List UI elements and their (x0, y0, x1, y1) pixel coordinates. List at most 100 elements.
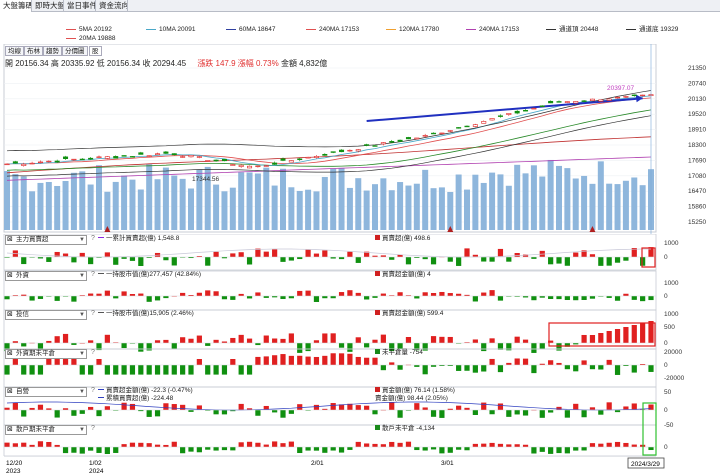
indicator-bar (481, 292, 487, 296)
volume-bar (20, 176, 27, 230)
indicator-bar (598, 257, 604, 266)
indicator-bar (397, 292, 403, 296)
indicator-bar (606, 402, 612, 410)
candle-body (523, 110, 529, 112)
candle-body (556, 101, 562, 103)
legend-label: 240MA 17153 (319, 26, 360, 33)
indicator-bar (389, 257, 395, 260)
close-icon[interactable]: ⊠ (7, 236, 13, 244)
help-icon[interactable]: ? (91, 349, 95, 356)
indicator-bar (121, 257, 127, 259)
tab-daily-events[interactable]: 當日事件 (64, 0, 96, 12)
volume-bar (589, 183, 596, 230)
indicator-bar (272, 355, 278, 365)
price-chart[interactable]: 20397.07 17344.56 21350 20740 20130 19520 18… (0, 44, 720, 234)
legend-label: 5MA 20192 (79, 26, 112, 33)
indicator-bar (372, 339, 378, 343)
panel-selector[interactable]: ⊠ 外資期未平倉 ▼ (5, 349, 87, 359)
panel-label: 買賣超金額(億) 4 (375, 271, 431, 279)
ma-lines (6, 90, 652, 181)
indicator-bar (180, 365, 186, 375)
indicator-bar (88, 447, 94, 451)
indicator-bar (62, 447, 69, 454)
indicator-bar (272, 249, 278, 257)
indicator-bar (648, 447, 654, 451)
indicator-bar (347, 290, 353, 296)
panel-label-text: 買賣超(億) 498.6 (382, 235, 431, 242)
indicator-bar (422, 257, 428, 260)
indicator-bar (221, 365, 228, 375)
panel-selector[interactable]: ⊠ 主力買賣超 ▼ (5, 235, 87, 245)
help-icon[interactable]: ? (91, 235, 95, 242)
tab-chip-overview[interactable]: 大盤籌碼 (0, 0, 32, 12)
indicator-bar (205, 290, 211, 296)
indicator-bar (104, 334, 110, 343)
candle-body (564, 101, 570, 103)
close-icon[interactable]: ⊠ (7, 388, 13, 396)
trend-arrow-line (366, 97, 643, 123)
close-icon[interactable]: ⊠ (7, 350, 13, 358)
volume-bar (581, 175, 588, 230)
indicator-bar (489, 358, 495, 365)
box-swatch (375, 271, 380, 276)
tab-realtime-market[interactable]: 即時大盤 (32, 0, 64, 12)
indicator-bar (522, 339, 529, 343)
legend-item: 10MA 20091 (146, 26, 196, 34)
indicator-bar (88, 257, 94, 265)
indicator-bar (581, 360, 587, 365)
indicator-bar (104, 252, 110, 257)
indicator-bar (556, 406, 562, 410)
indicator-bar (88, 293, 94, 296)
legend-item: 60MA 18647 (226, 26, 276, 34)
volume-bar (413, 183, 420, 230)
panel-selector[interactable]: ⊠ 自營 ▼ (5, 387, 87, 397)
indicator-bar (29, 365, 35, 375)
indicator-bar (280, 338, 286, 343)
candle-body (489, 118, 495, 121)
indicator-bar (397, 410, 403, 418)
indicator-bar (297, 343, 303, 353)
help-icon[interactable]: ? (91, 310, 95, 317)
indicator-bar (355, 257, 361, 263)
indicator-bar (21, 365, 27, 375)
ma20-line (6, 97, 652, 165)
indicator-bar (180, 447, 186, 454)
indicator-bar (180, 292, 186, 296)
indicator-bar (614, 257, 621, 263)
indicator-bar (405, 337, 412, 343)
legend-label: 240MA 17153 (479, 26, 520, 33)
close-icon[interactable]: ⊠ (7, 426, 13, 434)
price-tick-label: 15250 (688, 219, 706, 226)
help-icon[interactable]: ? (91, 387, 95, 394)
indicator-bar (313, 447, 320, 451)
indicator-bar (46, 359, 52, 365)
indicator-bar (54, 336, 60, 343)
indicator-bar (297, 257, 303, 260)
line-swatch (98, 312, 104, 313)
volume-bar (45, 181, 52, 230)
indicator-bar (556, 447, 562, 454)
price-tick-label: 18300 (688, 142, 706, 149)
panel-label: 賣金額(億) 98.44 (2.05%) (375, 395, 448, 403)
line-swatch (98, 237, 104, 238)
indicator-bar (338, 353, 345, 365)
close-icon[interactable]: ⊠ (7, 272, 13, 280)
low-annotation: 17344.56 (192, 176, 219, 183)
volume-bar (405, 185, 412, 230)
panel-selector[interactable]: ⊠ 投信 ▼ (5, 310, 87, 320)
volume-bar (254, 173, 261, 230)
volume-bar (539, 176, 546, 230)
volume-bars (4, 159, 654, 230)
close-icon[interactable]: ⊠ (7, 311, 13, 319)
help-icon[interactable]: ? (91, 425, 95, 432)
tab-capital-flow[interactable]: 資金流向 (96, 0, 128, 12)
panel-selector[interactable]: ⊠ 散戶期未平倉 ▼ (5, 425, 87, 435)
volume-bar (137, 189, 144, 230)
candle-body (339, 149, 345, 153)
indicator-bar (246, 296, 253, 299)
panel-selector[interactable]: ⊠ 外資 ▼ (5, 271, 87, 281)
indicator-bar (205, 365, 211, 375)
indicator-bar (589, 407, 596, 410)
help-icon[interactable]: ? (91, 271, 95, 278)
indicator-bar (12, 341, 18, 343)
